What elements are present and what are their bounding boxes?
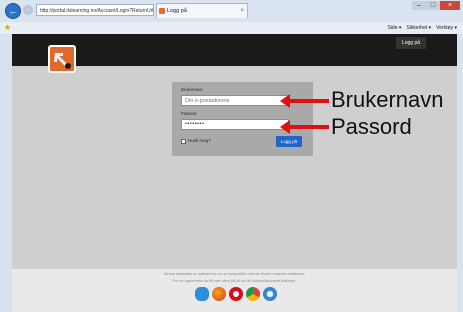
tab-close-icon[interactable]: × bbox=[240, 4, 244, 19]
browser-window: ← → http://portal.itslearning.no/Account… bbox=[0, 0, 463, 312]
internet-explorer-icon[interactable] bbox=[195, 287, 209, 301]
password-arrow bbox=[280, 120, 329, 134]
tab-strip: ← → http://portal.itslearning.no/Account… bbox=[0, 0, 463, 22]
minimize-button[interactable]: – bbox=[412, 1, 426, 10]
footer-line-2: For en opplevelse du få over sikre på et… bbox=[172, 279, 297, 283]
back-button[interactable]: ← bbox=[5, 3, 21, 19]
login-form: Brukernavn Passord •••••••• Husk meg? Lo… bbox=[172, 82, 313, 156]
safari-icon[interactable] bbox=[263, 287, 277, 301]
supported-browsers bbox=[195, 287, 277, 301]
password-annotation: Passord bbox=[331, 114, 412, 139]
window-controls: – □ × bbox=[412, 1, 460, 10]
username-label: Brukernavn bbox=[181, 87, 203, 92]
chrome-icon[interactable] bbox=[246, 287, 260, 301]
username-annotation: Brukernavn bbox=[331, 87, 444, 112]
favorites-star-icon[interactable]: ★ bbox=[4, 23, 11, 33]
command-bar: ★ Side ▾ Sikkerhet ▾ Verktøy ▾ bbox=[0, 22, 463, 34]
tab-title: Logg på bbox=[167, 8, 187, 14]
arrow-head-icon bbox=[280, 94, 290, 108]
web-page: Logg på Brukernavn Passord •••••••• Husk… bbox=[12, 34, 457, 312]
firefox-icon[interactable] bbox=[212, 287, 226, 301]
menu-side[interactable]: Side ▾ bbox=[387, 23, 401, 33]
footer-line-1: Denne websiden er optimert for en av kom… bbox=[163, 272, 306, 276]
close-window-button[interactable]: × bbox=[440, 1, 460, 10]
password-label: Passord bbox=[181, 111, 197, 116]
site-favicon-icon bbox=[159, 8, 165, 14]
username-input[interactable] bbox=[181, 95, 289, 106]
forward-button[interactable]: → bbox=[23, 5, 33, 15]
login-submit-button[interactable]: Logg på bbox=[276, 136, 302, 147]
menu-sikkerhet[interactable]: Sikkerhet ▾ bbox=[406, 23, 431, 33]
remember-me-label: Husk meg? bbox=[188, 138, 211, 143]
password-input[interactable]: •••••••• bbox=[181, 119, 289, 130]
username-arrow bbox=[280, 94, 329, 108]
address-bar[interactable]: http://portal.itslearning.no/Account/Log… bbox=[36, 4, 154, 16]
arrow-head-icon bbox=[280, 120, 290, 134]
site-logo[interactable] bbox=[48, 45, 76, 73]
menu-verktoy[interactable]: Verktøy ▾ bbox=[436, 23, 457, 33]
opera-icon[interactable] bbox=[229, 287, 243, 301]
maximize-button[interactable]: □ bbox=[426, 1, 440, 10]
remember-me-checkbox[interactable] bbox=[181, 139, 186, 144]
tab-login[interactable]: Logg på × bbox=[156, 3, 248, 18]
command-bar-menus: Side ▾ Sikkerhet ▾ Verktøy ▾ bbox=[387, 23, 457, 33]
site-header: Logg på bbox=[12, 34, 457, 73]
site-footer: Denne websiden er optimert for en av kom… bbox=[12, 269, 457, 312]
header-login-link[interactable]: Logg på bbox=[396, 37, 426, 49]
